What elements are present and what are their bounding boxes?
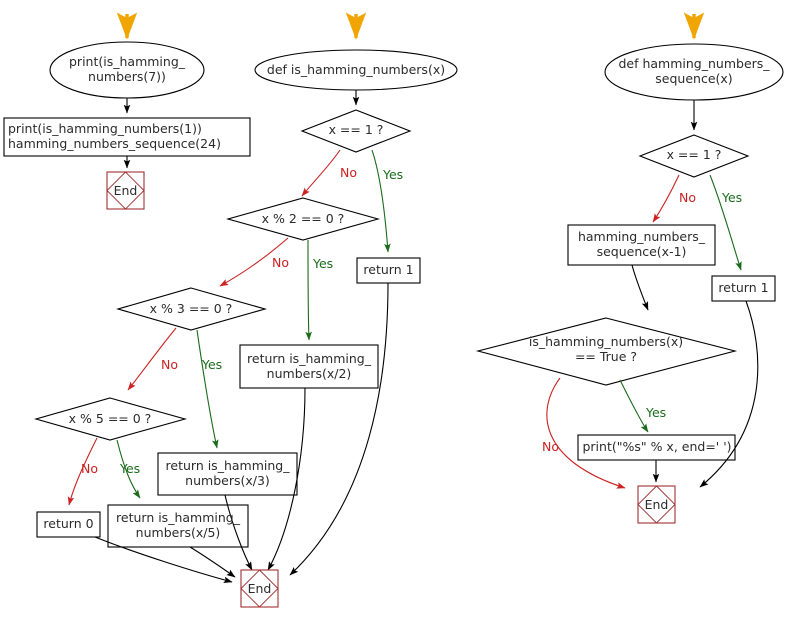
edge-d4-no bbox=[67, 437, 98, 506]
decision-seq-x-eq-1-label: x == 1 ? bbox=[666, 146, 722, 162]
recurse-box-sequence-label: hamming_numbers_ sequence(x-1) bbox=[577, 229, 706, 259]
start-node-sequence bbox=[604, 43, 784, 101]
edge-d4-yes bbox=[116, 439, 141, 499]
return-1-box-ishamming-label: return 1 bbox=[363, 262, 414, 278]
edge-seq-d2-yes bbox=[619, 379, 649, 433]
print-box-sequence bbox=[577, 434, 736, 461]
end-node-sequence bbox=[637, 485, 676, 524]
decision-x-mod-3-label: x % 3 == 0 ? bbox=[149, 300, 233, 316]
decision-x-mod-2-label: x % 2 == 0 ? bbox=[261, 210, 345, 226]
return-1-box-sequence bbox=[711, 275, 776, 302]
decision-x-eq-1 bbox=[300, 109, 412, 153]
return-x2-box-label: return is_hamming_ numbers(x/2) bbox=[247, 350, 371, 381]
return-x3-box-label: return is_hamming_ numbers(x/3) bbox=[165, 458, 290, 488]
edge-d1-yes bbox=[371, 149, 391, 253]
edge-d3-yes bbox=[196, 329, 219, 449]
return-0-box bbox=[36, 511, 101, 538]
flowchart-canvas: print(is_hamming_ numbers(7)) print(is_h… bbox=[0, 0, 792, 622]
edge-label-d2-yes: Yes bbox=[313, 256, 334, 271]
start-node-ishamming bbox=[254, 49, 458, 91]
edge-seq-d1-yes bbox=[709, 174, 742, 271]
start-node-driver bbox=[49, 41, 205, 99]
decision-x-eq-1-label: x == 1 ? bbox=[328, 121, 384, 137]
edge-x2-end bbox=[267, 387, 306, 571]
edge-label-seq-d1-no: No bbox=[679, 190, 696, 205]
edge-d2-no bbox=[219, 237, 289, 287]
edge-label-d4-no: No bbox=[81, 461, 98, 476]
edge-d2-yes bbox=[305, 239, 312, 341]
end-node-driver-label: End bbox=[113, 183, 138, 198]
start-node-sequence-label: def hamming_numbers_ sequence(x) bbox=[618, 56, 770, 86]
edge-label-d3-yes: Yes bbox=[202, 357, 223, 372]
decision-seq-x-eq-1 bbox=[638, 134, 750, 178]
start-node-driver-label: print(is_hamming_ numbers(7)) bbox=[69, 54, 185, 84]
edge-seq-d1-no bbox=[652, 174, 680, 223]
process-node-driver bbox=[3, 117, 251, 157]
decision-is-hamming-true-label: is_hamming_numbers(x) == True ? bbox=[528, 334, 684, 364]
edge-label-d1-no: No bbox=[340, 165, 357, 180]
return-x3-box bbox=[157, 452, 298, 496]
end-node-ishamming-label: End bbox=[247, 581, 272, 596]
edge-recurse-decision bbox=[631, 264, 649, 311]
edge-label-seq-d1-yes: Yes bbox=[722, 190, 743, 205]
decision-x-mod-5 bbox=[33, 397, 188, 441]
return-x5-box bbox=[107, 504, 249, 548]
edge-label-d2-no: No bbox=[272, 255, 289, 270]
decision-x-mod-5-label: x % 5 == 0 ? bbox=[68, 410, 152, 426]
return-0-box-label: return 0 bbox=[43, 516, 94, 532]
return-x5-box-label: return is_hamming_ numbers(x/5) bbox=[116, 510, 240, 540]
edge-label-d1-yes: Yes bbox=[383, 167, 404, 182]
edge-d1-no bbox=[301, 149, 341, 197]
decision-x-mod-3 bbox=[116, 287, 268, 331]
end-node-sequence-label: End bbox=[644, 497, 669, 512]
edge-label-d3-no: No bbox=[161, 357, 178, 372]
start-node-ishamming-label: def is_hamming_numbers(x) bbox=[266, 61, 446, 77]
end-node-driver bbox=[106, 171, 145, 210]
process-node-driver-label: print(is_hamming_numbers(1)) hamming_num… bbox=[8, 121, 221, 151]
edge-label-seq-d2-yes: Yes bbox=[646, 405, 667, 420]
return-1-box-sequence-label: return 1 bbox=[718, 280, 769, 296]
return-x2-box bbox=[239, 344, 379, 389]
edge-label-d4-yes: Yes bbox=[120, 461, 141, 476]
decision-is-hamming-true bbox=[475, 317, 738, 386]
decision-x-mod-2 bbox=[225, 197, 381, 241]
edge-return0-end bbox=[94, 536, 233, 584]
flowchart-graphics bbox=[3, 12, 784, 608]
edge-seq-d2-no bbox=[546, 377, 626, 489]
edge-x5-end bbox=[189, 546, 236, 578]
end-node-ishamming bbox=[240, 569, 279, 608]
return-1-box-ishamming bbox=[356, 257, 421, 284]
edge-x3-end bbox=[224, 494, 253, 571]
edge-return1-end bbox=[289, 282, 389, 576]
edge-seq-return1-end bbox=[699, 300, 759, 488]
edge-d3-no bbox=[127, 327, 177, 391]
edge-label-seq-d2-no: No bbox=[542, 439, 559, 454]
print-box-sequence-label: print("%s" % x, end=' ') bbox=[582, 439, 732, 455]
recurse-box-sequence bbox=[567, 224, 716, 266]
